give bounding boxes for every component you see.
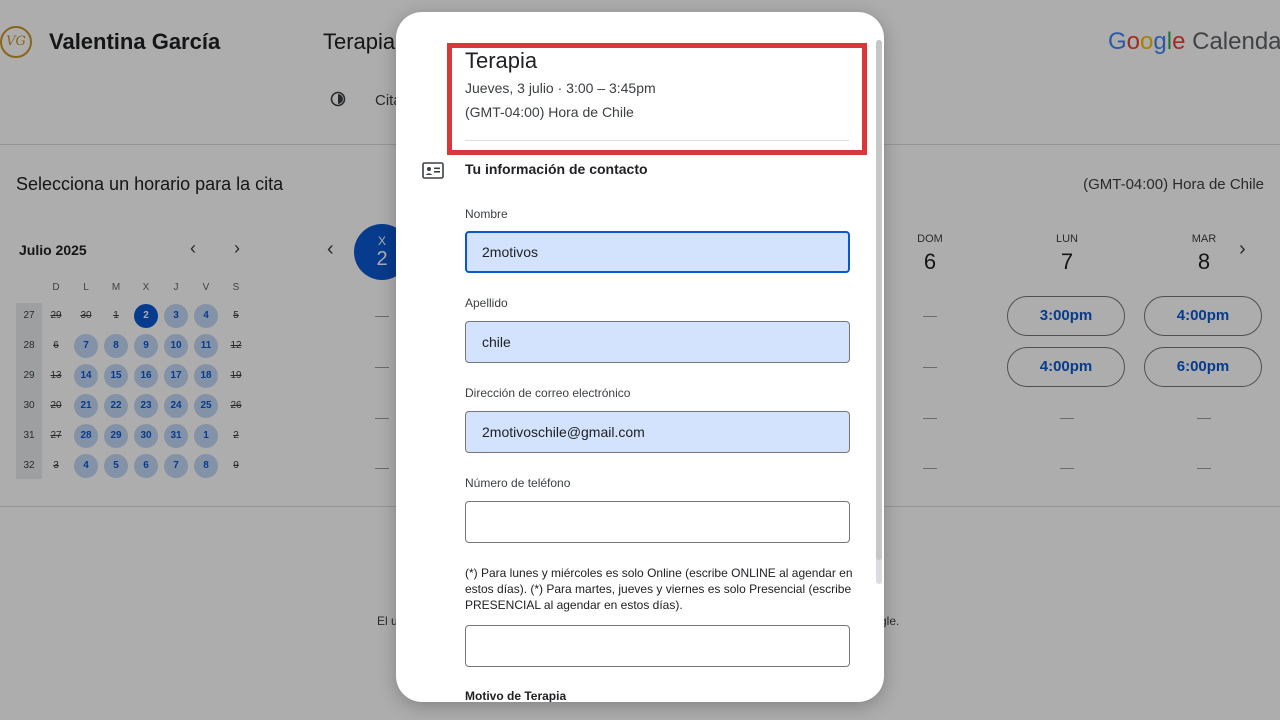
contact-card-icon [422, 162, 444, 179]
reason-label: Motivo de Terapia [465, 689, 567, 702]
modality-help-text: (*) Para lunes y miércoles es solo Onlin… [465, 566, 853, 612]
dialog-divider [465, 140, 849, 141]
first-name-label: Nombre [465, 207, 508, 221]
contact-section-title: Tu información de contacto [465, 161, 648, 177]
last-name-label: Apellido [465, 296, 508, 310]
email-label: Dirección de correo electrónico [465, 386, 631, 400]
last-name-input[interactable] [465, 321, 850, 363]
first-name-input[interactable] [465, 231, 850, 273]
dialog-scrollbar-thumb[interactable] [876, 40, 882, 560]
booking-dialog: Terapia Jueves, 3 julio · 3:00 – 3:45pm … [396, 12, 884, 702]
dialog-title: Terapia [465, 48, 538, 73]
phone-input[interactable] [465, 501, 850, 543]
dialog-timezone: (GMT-04:00) Hora de Chile [465, 104, 634, 120]
dialog-datetime: Jueves, 3 julio · 3:00 – 3:45pm [465, 80, 656, 96]
phone-label: Número de teléfono [465, 476, 571, 490]
email-input[interactable] [465, 411, 850, 453]
modality-input[interactable] [465, 625, 850, 667]
